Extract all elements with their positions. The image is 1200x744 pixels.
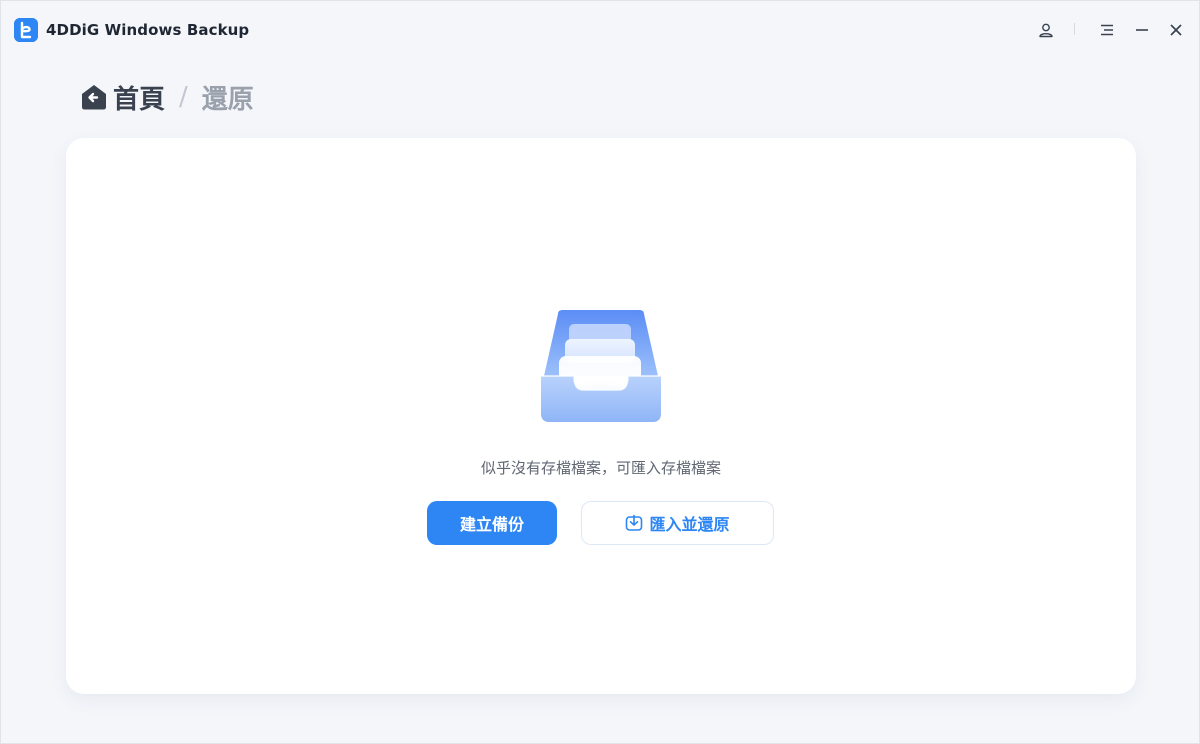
breadcrumb-home[interactable]: 首頁 bbox=[113, 79, 165, 116]
create-backup-button[interactable]: 建立備份 bbox=[427, 501, 557, 545]
app-window: 4DDiG Windows Backup 首頁 / 還原 似乎沒有存檔檔案，可匯… bbox=[0, 0, 1200, 744]
import-download-icon bbox=[625, 514, 643, 532]
empty-state-message: 似乎沒有存檔檔案，可匯入存檔檔案 bbox=[480, 459, 721, 477]
import-restore-button[interactable]: 匯入並還原 bbox=[581, 501, 774, 545]
minimize-icon[interactable] bbox=[1130, 18, 1154, 42]
menu-icon[interactable] bbox=[1095, 18, 1119, 42]
breadcrumb-separator: / bbox=[179, 82, 188, 112]
breadcrumb: 首頁 / 還原 bbox=[79, 79, 254, 115]
app-title: 4DDiG Windows Backup bbox=[46, 21, 250, 39]
home-back-icon[interactable] bbox=[79, 82, 109, 112]
title-bar: 4DDiG Windows Backup bbox=[1, 1, 1200, 59]
main-card: 似乎沒有存檔檔案，可匯入存檔檔案 建立備份 匯入並還原 bbox=[66, 138, 1136, 694]
breadcrumb-current: 還原 bbox=[201, 84, 254, 115]
user-icon[interactable] bbox=[1034, 18, 1058, 42]
empty-inbox-icon bbox=[536, 306, 666, 426]
close-icon[interactable] bbox=[1164, 18, 1188, 42]
title-bar-divider bbox=[1074, 23, 1075, 35]
import-restore-label: 匯入並還原 bbox=[649, 515, 730, 534]
app-logo-icon bbox=[14, 18, 38, 42]
